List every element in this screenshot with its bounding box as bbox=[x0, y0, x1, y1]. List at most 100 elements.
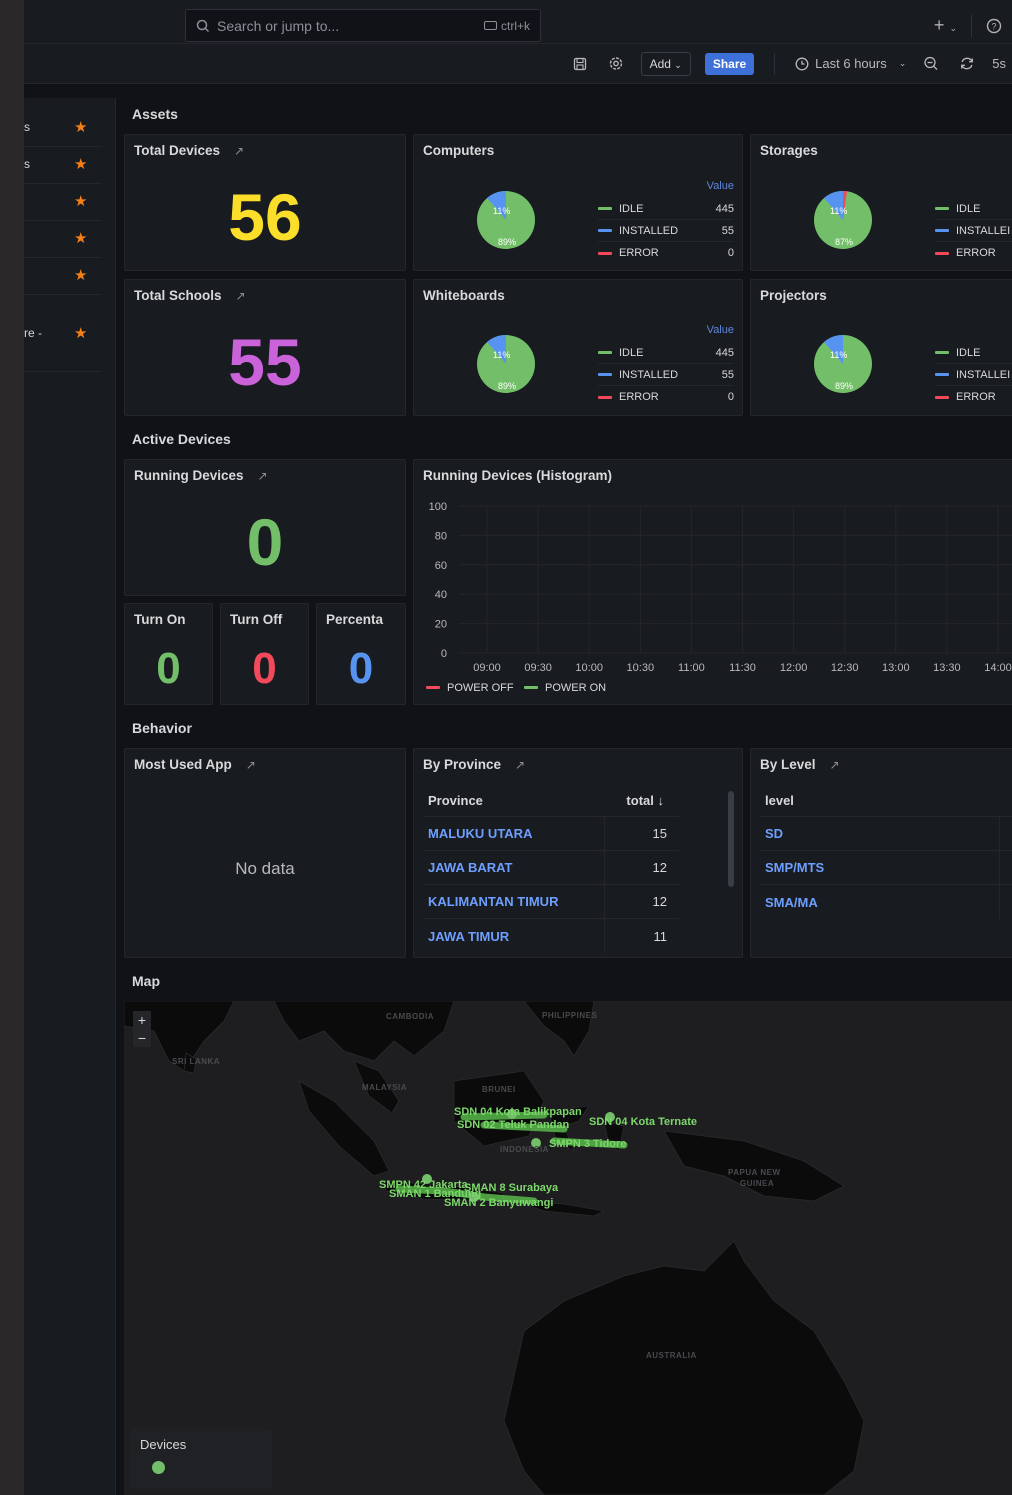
pie-label-small: 11% bbox=[493, 206, 510, 216]
pie-chart: 11% 89% bbox=[814, 334, 872, 393]
star-icon[interactable]: ★ bbox=[74, 324, 87, 342]
legend-value: 0 bbox=[727, 391, 734, 403]
star-icon[interactable]: ★ bbox=[74, 192, 87, 210]
x-tick-label: 13:30 bbox=[933, 662, 961, 674]
legend-swatch bbox=[598, 351, 612, 354]
sidebar-item[interactable]: s ★ bbox=[24, 147, 102, 184]
table-row: SMA/MA bbox=[760, 885, 1012, 919]
table-scrollbar[interactable] bbox=[728, 791, 734, 887]
province-link[interactable]: KALIMANTAN TIMUR bbox=[423, 885, 605, 918]
panel-title[interactable]: By Province ↗ bbox=[423, 757, 525, 772]
device-map[interactable]: SDN 04 Kota Ternate SDN 02 Teluk Pandan … bbox=[124, 1001, 1012, 1495]
no-data-message: No data bbox=[235, 859, 295, 878]
panel-storages: Storages 11% 87% IDLE INSTALLEI ERROR bbox=[750, 134, 1012, 271]
refresh-icon[interactable] bbox=[956, 56, 978, 71]
external-link-icon[interactable]: ↗ bbox=[246, 758, 256, 772]
save-icon[interactable] bbox=[569, 57, 591, 71]
panel-title[interactable]: Turn Off bbox=[230, 612, 282, 627]
panel-title-label: Total Devices bbox=[134, 143, 221, 158]
share-button[interactable]: Share bbox=[704, 52, 755, 75]
legend-row[interactable]: ERROR bbox=[935, 386, 1012, 408]
legend-header[interactable]: Value bbox=[598, 178, 734, 198]
x-tick-label: 10:00 bbox=[575, 662, 603, 674]
province-link[interactable]: JAWA TIMUR bbox=[423, 919, 605, 953]
province-link[interactable]: MALUKU UTARA bbox=[423, 817, 605, 850]
search-input[interactable]: Search or jump to... ctrl+k bbox=[185, 9, 541, 42]
legend-row[interactable]: INSTALLEI bbox=[935, 364, 1012, 386]
star-icon[interactable]: ★ bbox=[74, 118, 87, 136]
column-header-total[interactable]: total ↓ bbox=[610, 793, 670, 808]
new-menu-button[interactable]: + ⌄ bbox=[934, 15, 957, 36]
x-tick-label: 12:00 bbox=[780, 662, 808, 674]
legend-row[interactable]: ERROR bbox=[935, 242, 1012, 264]
sidebar-item[interactable]: ★ bbox=[24, 221, 102, 258]
external-link-icon[interactable]: ↗ bbox=[830, 758, 840, 772]
sidebar-item[interactable]: s ★ bbox=[24, 110, 102, 147]
star-icon[interactable]: ★ bbox=[74, 155, 87, 173]
panel-title[interactable]: Percenta bbox=[326, 612, 383, 627]
legend-row[interactable]: ERROR 0 bbox=[598, 242, 734, 264]
column-header-level[interactable]: level bbox=[760, 793, 794, 808]
legend-row[interactable]: ERROR 0 bbox=[598, 386, 734, 408]
section-title-map[interactable]: Map bbox=[132, 973, 160, 989]
panel-title[interactable]: Computers bbox=[423, 143, 494, 158]
marker-label: SDN 02 Teluk Pandan bbox=[457, 1119, 570, 1131]
add-button[interactable]: Add ⌄ bbox=[640, 51, 691, 76]
level-link[interactable]: SMP/MTS bbox=[760, 851, 1000, 884]
external-link-icon[interactable]: ↗ bbox=[515, 758, 525, 772]
sidebar-item[interactable]: ★ bbox=[24, 258, 102, 295]
help-circle-icon[interactable]: ? bbox=[986, 18, 1002, 34]
panel-title[interactable]: Projectors bbox=[760, 288, 827, 303]
y-tick-label: 40 bbox=[435, 589, 447, 601]
section-title-behavior[interactable]: Behavior bbox=[132, 720, 192, 736]
table-header: level bbox=[760, 785, 1012, 817]
legend-row[interactable]: IDLE 445 bbox=[598, 198, 734, 220]
external-link-icon[interactable]: ↗ bbox=[258, 469, 268, 483]
level-link[interactable]: SMA/MA bbox=[760, 885, 1000, 919]
sidebar-item[interactable]: ★ bbox=[24, 184, 102, 221]
x-tick-label: 09:30 bbox=[524, 662, 552, 674]
external-link-icon[interactable]: ↗ bbox=[234, 144, 244, 158]
province-link[interactable]: JAWA BARAT bbox=[423, 851, 605, 884]
panel-title[interactable]: By Level ↗ bbox=[760, 757, 840, 772]
legend-row[interactable]: INSTALLED 55 bbox=[598, 364, 734, 386]
section-title-active-devices[interactable]: Active Devices bbox=[132, 431, 231, 447]
refresh-interval[interactable]: 5s bbox=[992, 56, 1006, 71]
legend-row[interactable]: IDLE 445 bbox=[598, 342, 734, 364]
column-header-province[interactable]: Province bbox=[423, 793, 610, 808]
panel-title[interactable]: Running Devices ↗ bbox=[134, 468, 268, 483]
sidebar-item[interactable]: re - ★ bbox=[24, 314, 102, 372]
legend-header[interactable]: Value bbox=[598, 322, 734, 342]
panel-title[interactable]: Most Used App ↗ bbox=[134, 757, 256, 772]
section-title-assets[interactable]: Assets bbox=[132, 106, 178, 122]
clock-icon bbox=[795, 57, 809, 70]
shortcut-label: ctrl+k bbox=[500, 18, 530, 33]
legend-row[interactable]: IDLE bbox=[935, 198, 1012, 220]
outer-background bbox=[0, 0, 24, 1495]
map-label: MALAYSIA bbox=[362, 1083, 408, 1092]
star-icon[interactable]: ★ bbox=[74, 229, 87, 247]
panel-title[interactable]: Total Schools ↗ bbox=[134, 288, 246, 303]
panel-title[interactable]: Total Devices ↗ bbox=[134, 143, 244, 158]
legend-value: 445 bbox=[715, 202, 734, 215]
pie-legend: Value IDLE 445 INSTALLED 55 ERROR 0 bbox=[598, 322, 734, 408]
map-label: CAMBODIA bbox=[386, 1012, 434, 1021]
panel-title[interactable]: Whiteboards bbox=[423, 288, 505, 303]
star-icon[interactable]: ★ bbox=[74, 266, 87, 284]
province-total: 15 bbox=[652, 826, 667, 841]
level-link[interactable]: SD bbox=[760, 817, 1000, 850]
external-link-icon[interactable]: ↗ bbox=[236, 289, 246, 303]
legend-row[interactable]: INSTALLEI bbox=[935, 220, 1012, 242]
legend-row[interactable]: IDLE bbox=[935, 342, 1012, 364]
legend-label: IDLE bbox=[956, 202, 981, 215]
panel-title-label: By Level bbox=[760, 757, 816, 772]
legend-row[interactable]: INSTALLED 55 bbox=[598, 220, 734, 242]
sidebar-item-label: re - bbox=[24, 326, 42, 340]
map-zoom-in-button[interactable]: + bbox=[133, 1011, 151, 1029]
map-zoom-out-button[interactable]: − bbox=[133, 1029, 151, 1047]
time-range-picker[interactable]: Last 6 hours ⌄ bbox=[795, 56, 906, 71]
panel-title[interactable]: Storages bbox=[760, 143, 818, 158]
settings-gear-icon[interactable] bbox=[605, 56, 627, 71]
zoom-out-icon[interactable] bbox=[920, 56, 942, 71]
panel-title[interactable]: Turn On bbox=[134, 612, 186, 627]
